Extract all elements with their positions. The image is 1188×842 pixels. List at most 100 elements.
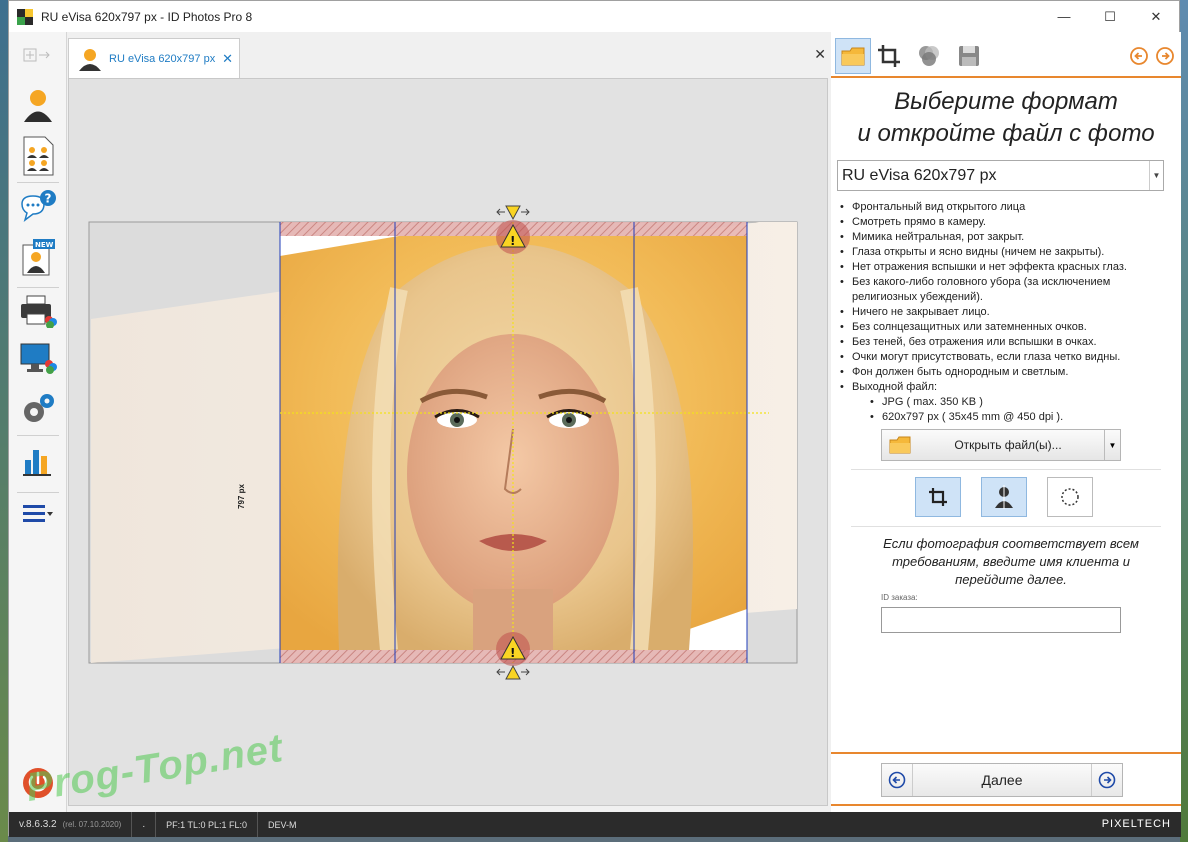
- svg-text:!: !: [510, 646, 515, 660]
- next-button[interactable]: Далее: [912, 764, 1092, 796]
- status-flags: PF:1 TL:0 PL:1 FL:0: [156, 812, 258, 837]
- dotted-circle-icon: [1061, 488, 1079, 506]
- svg-text:NEW: NEW: [35, 241, 54, 249]
- divider-accent: [831, 752, 1181, 754]
- document-tab-bar: RU eVisa 620x797 px ✕ ✕: [68, 32, 828, 78]
- close-window-button[interactable]: ✕: [1133, 1, 1179, 32]
- crop-icon: [929, 488, 947, 506]
- maximize-button[interactable]: ☐: [1087, 1, 1133, 32]
- save-step-button[interactable]: [951, 38, 987, 74]
- app-logo-icon: [17, 8, 33, 25]
- desktop-background-left: [0, 0, 8, 842]
- height-dimension-label: 797 px: [237, 484, 246, 509]
- list-item: Мимика нейтральная, рот закрыт.: [837, 230, 1177, 245]
- group-photos-icon[interactable]: [9, 136, 67, 176]
- photo-canvas[interactable]: ! ! 797 px: [68, 78, 828, 806]
- tab-label: RU eVisa 620x797 px: [109, 52, 216, 65]
- title-bar: RU eVisa 620x797 px - ID Photos Pro 8 — …: [9, 1, 1179, 32]
- adjust-step-button[interactable]: [911, 38, 947, 74]
- next-step-arrow-button[interactable]: [1147, 38, 1183, 74]
- app-window: RU eVisa 620x797 px - ID Photos Pro 8 — …: [8, 0, 1181, 837]
- release-text: (rel. 07.10.2020): [62, 820, 122, 829]
- heading-line-1: Выберите формат: [894, 88, 1118, 115]
- chevron-down-icon[interactable]: ▼: [1149, 161, 1163, 190]
- svg-text:?: ?: [45, 192, 52, 206]
- document-close-icon[interactable]: ✕: [814, 46, 826, 63]
- list-item: Фон должен быть однородным и светлым.: [837, 365, 1177, 380]
- list-item: 620x797 px ( 35x45 mm @ 450 dpi ).: [837, 410, 1177, 425]
- divider-accent: [831, 804, 1181, 806]
- left-toolbar: ? NEW: [9, 32, 67, 812]
- bottom-resize-handle: [496, 664, 530, 680]
- save-disk-icon: [959, 46, 979, 66]
- person-icon: [79, 48, 101, 71]
- version-text: v.8.6.3.2: [19, 819, 57, 830]
- list-item: Глаза открыты и ясно видны (ничем не зак…: [837, 245, 1177, 260]
- format-select[interactable]: RU eVisa 620x797 px ▼: [837, 160, 1164, 191]
- order-id-input[interactable]: [881, 607, 1121, 633]
- status-mode: DEV-M: [268, 819, 297, 830]
- divider: [851, 526, 1161, 527]
- status-dot: .: [132, 812, 157, 837]
- open-files-button[interactable]: Открыть файл(ы)... ▼: [881, 429, 1121, 461]
- settings-gears-icon[interactable]: [9, 392, 67, 428]
- back-button[interactable]: [882, 771, 912, 789]
- top-resize-handle: [496, 205, 530, 221]
- tab-ru-evisa[interactable]: RU eVisa 620x797 px ✕: [68, 38, 240, 78]
- open-step-button[interactable]: [835, 38, 871, 74]
- step-heading: Выберите формат и откройте файл с фото: [831, 86, 1181, 150]
- top-warning-icon: !: [496, 220, 530, 254]
- forward-button[interactable]: [1092, 771, 1122, 789]
- step-toolbar: [831, 32, 1181, 78]
- window-title: RU eVisa 620x797 px - ID Photos Pro 8: [41, 9, 253, 24]
- bottom-warning-icon: !: [496, 632, 530, 666]
- monitor-export-icon[interactable]: [9, 342, 67, 376]
- folder-icon: [889, 436, 911, 454]
- crop-step-button[interactable]: [871, 38, 907, 74]
- list-item: Фронтальный вид открытого лица: [837, 200, 1177, 215]
- tab-close-icon[interactable]: ✕: [222, 51, 233, 67]
- list-item: Без теней, без отражения или вспышки в о…: [837, 335, 1177, 350]
- status-bar: v.8.6.3.2 (rel. 07.10.2020) . PF:1 TL:0 …: [9, 812, 1181, 837]
- color-adjust-icon: [919, 46, 939, 66]
- divider: [851, 469, 1161, 470]
- desktop-background-right: [1180, 0, 1188, 842]
- list-item: Нет отражения вспышки и нет эффекта крас…: [837, 260, 1177, 275]
- face-detect-button[interactable]: [981, 477, 1027, 517]
- list-item: JPG ( max. 350 KB ): [837, 395, 1177, 410]
- help-chat-icon[interactable]: ?: [9, 190, 67, 226]
- list-item: Выходной файл:: [837, 380, 1177, 395]
- list-item: Очки могут присутствовать, если глаза че…: [837, 350, 1177, 365]
- right-panel: Выберите формат и откройте файл с фото R…: [831, 32, 1181, 812]
- arrow-right-circle-icon: [1098, 771, 1116, 789]
- svg-text:!: !: [510, 234, 515, 248]
- brand-logo: PIXELTECH: [1101, 818, 1171, 830]
- folder-icon: [841, 47, 865, 66]
- heading-line-2: и откройте файл с фото: [857, 120, 1155, 147]
- hint-text: Если фотография соответствует всем требо…: [883, 536, 1139, 587]
- list-item: Ничего не закрывает лицо.: [837, 305, 1177, 320]
- arrow-left-circle-icon: [1130, 47, 1148, 65]
- order-id-label: ID заказа:: [881, 593, 918, 602]
- list-item: Без какого-либо головного убора (за искл…: [837, 275, 1177, 305]
- menu-list-icon[interactable]: [9, 502, 67, 526]
- background-tool-button[interactable]: [1047, 477, 1093, 517]
- requirements-list: Фронтальный вид открытого лица Смотреть …: [837, 200, 1177, 425]
- single-person-icon[interactable]: [9, 87, 67, 123]
- open-files-label: Открыть файл(ы)...: [954, 438, 1062, 452]
- chevron-down-icon[interactable]: ▼: [1104, 430, 1120, 460]
- crop-icon: [878, 45, 900, 67]
- list-item: Без солнцезащитных или затемненных очков…: [837, 320, 1177, 335]
- new-template-icon[interactable]: NEW: [9, 237, 67, 277]
- person-silhouette-icon: [995, 485, 1013, 509]
- format-select-value: RU eVisa 620x797 px: [842, 167, 997, 184]
- list-item: Смотреть прямо в камеру.: [837, 215, 1177, 230]
- navigation-bar: Далее: [881, 763, 1123, 797]
- minimize-button[interactable]: —: [1041, 1, 1087, 32]
- add-tab-icon[interactable]: [9, 48, 67, 62]
- auto-crop-button[interactable]: [915, 477, 961, 517]
- arrow-left-circle-icon: [888, 771, 906, 789]
- arrow-right-circle-icon: [1156, 47, 1174, 65]
- print-icon[interactable]: [9, 294, 67, 328]
- statistics-chart-icon[interactable]: [9, 444, 67, 478]
